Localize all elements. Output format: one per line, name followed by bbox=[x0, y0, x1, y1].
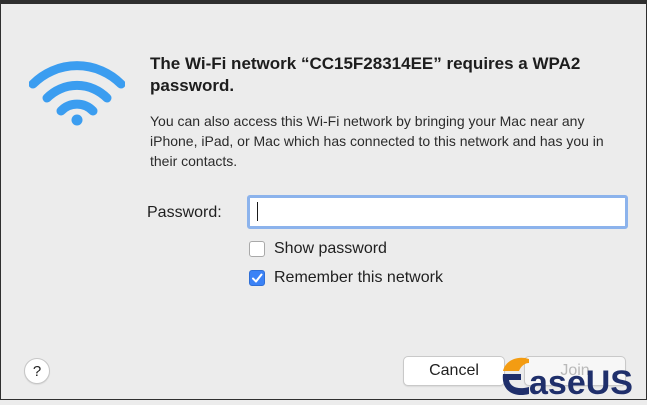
easeus-watermark: aseUS bbox=[499, 350, 647, 402]
easeus-logo: aseUS bbox=[502, 357, 633, 402]
checkmark-icon bbox=[252, 273, 263, 283]
dialog-description: You can also access this Wi-Fi network b… bbox=[150, 113, 604, 169]
show-password-option[interactable]: Show password bbox=[249, 240, 387, 258]
wifi-icon bbox=[29, 61, 125, 126]
watermark-brand-text: aseUS bbox=[529, 364, 633, 400]
window-top-border bbox=[1, 0, 647, 4]
show-password-checkbox[interactable] bbox=[249, 241, 265, 257]
remember-network-option[interactable]: Remember this network bbox=[249, 269, 443, 287]
text-caret bbox=[257, 202, 258, 221]
help-button[interactable]: ? bbox=[24, 358, 50, 384]
remember-network-label: Remember this network bbox=[274, 269, 443, 286]
wifi-password-dialog: The Wi-Fi network “CC15F28314EE” require… bbox=[0, 0, 647, 402]
remember-network-checkbox[interactable] bbox=[249, 270, 265, 286]
cancel-button[interactable]: Cancel bbox=[403, 356, 505, 386]
password-input[interactable] bbox=[247, 195, 628, 229]
show-password-label: Show password bbox=[274, 240, 387, 257]
dialog-title: The Wi-Fi network “CC15F28314EE” require… bbox=[150, 54, 581, 95]
password-label: Password: bbox=[147, 204, 222, 221]
